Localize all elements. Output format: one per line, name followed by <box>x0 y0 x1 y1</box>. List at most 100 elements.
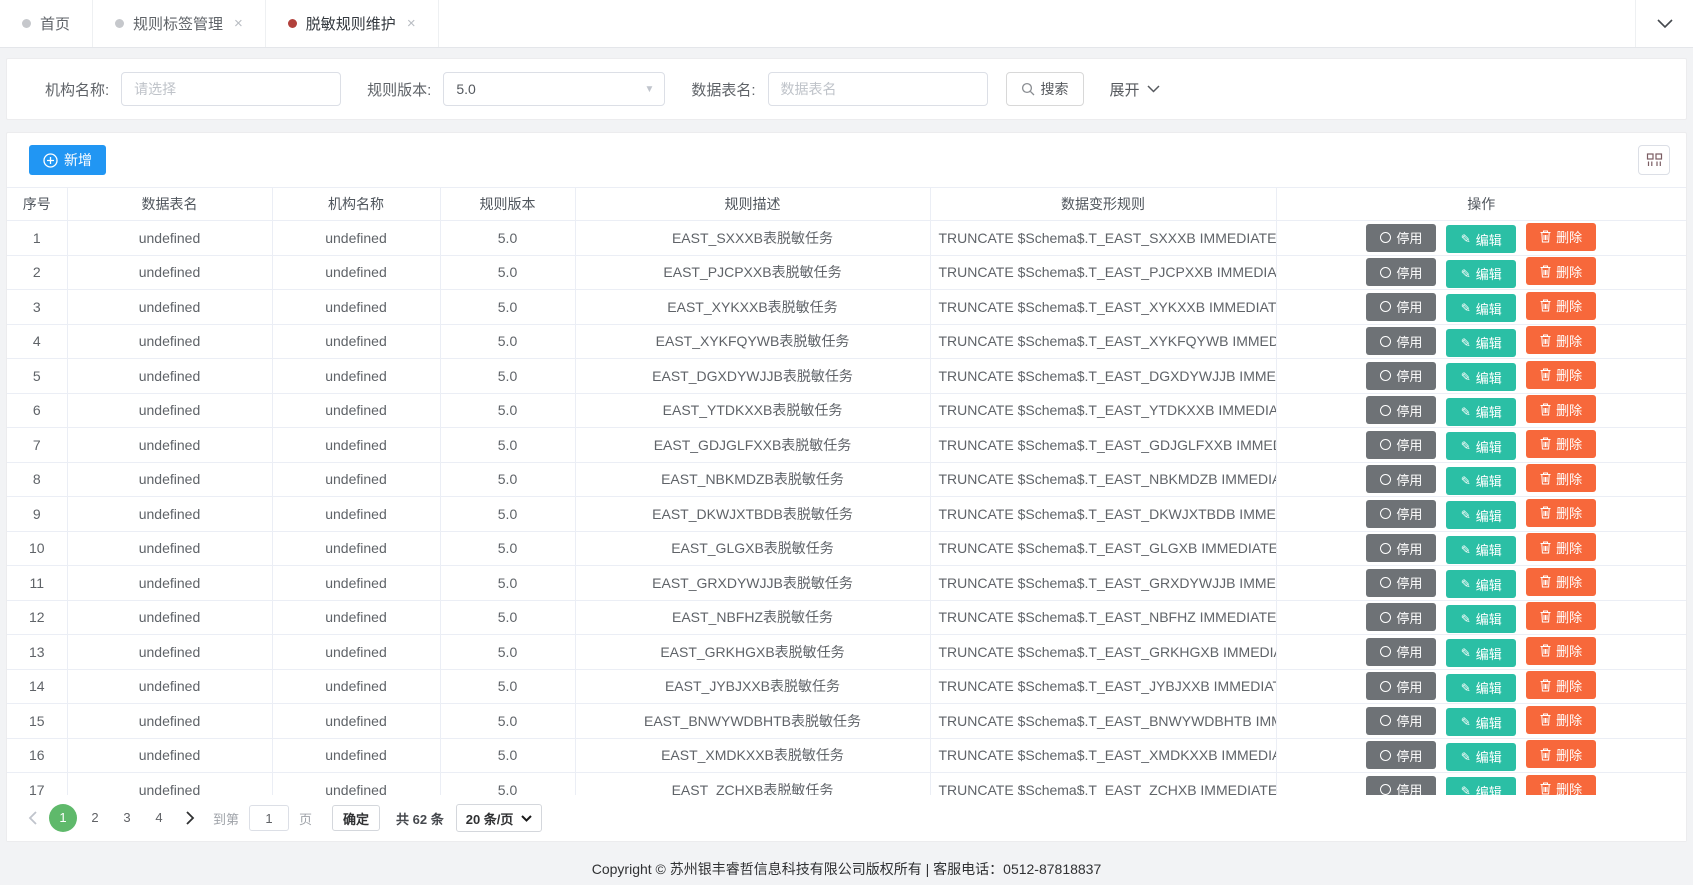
column-settings-button[interactable] <box>1638 145 1670 175</box>
disable-button[interactable]: 停用 <box>1366 499 1437 528</box>
delete-button[interactable]: 删除 <box>1526 602 1597 630</box>
delete-button[interactable]: 删除 <box>1526 533 1597 561</box>
delete-button[interactable]: 删除 <box>1526 705 1597 734</box>
page-button-2[interactable]: 2 <box>81 804 109 832</box>
cell-rule-desc: EAST_SXXXB表脱敏任务 <box>575 220 931 256</box>
edit-button[interactable]: ✎ 编辑 <box>1446 363 1517 391</box>
cell-row-number: 16 <box>7 738 68 773</box>
search-button[interactable]: 搜索 <box>1005 72 1084 106</box>
cell-rule-desc: EAST_GRKHGXB表脱敏任务 <box>575 634 931 670</box>
edit-button[interactable]: ✎ 编辑 <box>1446 742 1517 771</box>
disable-button[interactable]: 停用 <box>1366 706 1437 735</box>
disable-button[interactable]: 停用 <box>1366 430 1437 459</box>
cell-actions: 停用 ✎ 编辑 删除 <box>1276 358 1686 394</box>
disable-button[interactable]: 停用 <box>1366 258 1437 286</box>
delete-button[interactable]: 删除 <box>1526 360 1597 389</box>
tab-home[interactable]: 首页 <box>0 0 94 47</box>
page-button-3[interactable]: 3 <box>113 804 141 832</box>
edit-button[interactable]: ✎ 编辑 <box>1446 225 1517 253</box>
edit-button[interactable]: ✎ 编辑 <box>1446 777 1517 795</box>
edit-button[interactable]: ✎ 编辑 <box>1446 432 1517 460</box>
delete-button[interactable]: 删除 <box>1526 774 1597 795</box>
page-button-1[interactable]: 1 <box>49 804 77 832</box>
edit-button[interactable]: ✎ 编辑 <box>1446 466 1517 495</box>
edit-button[interactable]: ✎ 编辑 <box>1446 570 1517 598</box>
cell-row-number: 13 <box>7 634 68 670</box>
page-size-select[interactable]: 20 条/页 <box>455 804 543 832</box>
disable-button[interactable]: 停用 <box>1366 327 1437 355</box>
cell-transform-rule: TRUNCATE $Schema$.T_EAST_DGXDYWJJB IMMED… <box>930 358 1277 394</box>
tab-rule-label-management[interactable]: 规则标签管理 × <box>93 0 266 47</box>
edit-button[interactable]: ✎ 编辑 <box>1446 397 1517 426</box>
goto-page-input[interactable] <box>249 805 290 831</box>
delete-button[interactable]: 删除 <box>1526 326 1597 354</box>
disable-button[interactable]: 停用 <box>1366 741 1437 769</box>
disable-button[interactable]: 停用 <box>1366 603 1437 631</box>
delete-button[interactable]: 删除 <box>1526 429 1597 458</box>
next-page-button[interactable] <box>177 804 203 832</box>
cell-actions: 停用 ✎ 编辑 删除 <box>1276 600 1686 635</box>
cell-row-number: 9 <box>7 496 68 532</box>
table-row: 17 undefined undefined 5.0 EAST_ZCHXB表脱敏… <box>7 772 1686 795</box>
delete-button[interactable]: 删除 <box>1526 740 1597 768</box>
disable-button[interactable]: 停用 <box>1366 534 1437 562</box>
tab-desensitization-rule-maintenance[interactable]: 脱敏规则维护 × <box>265 0 439 47</box>
disable-button[interactable]: 停用 <box>1366 637 1437 666</box>
cell-actions: 停用 ✎ 编辑 删除 <box>1276 220 1686 256</box>
edit-button[interactable]: ✎ 编辑 <box>1446 673 1517 702</box>
edit-button[interactable]: ✎ 编辑 <box>1446 708 1517 736</box>
circle-icon <box>1380 473 1392 485</box>
cell-rule-version: 5.0 <box>440 600 576 635</box>
tabs-dropdown-button[interactable] <box>1635 0 1693 47</box>
cell-table-name: undefined <box>67 462 273 497</box>
edit-button[interactable]: ✎ 编辑 <box>1446 259 1517 288</box>
prev-page-button[interactable] <box>19 804 45 832</box>
cell-rule-version: 5.0 <box>440 255 576 290</box>
disable-button[interactable]: 停用 <box>1366 465 1437 493</box>
delete-button[interactable]: 删除 <box>1526 498 1597 527</box>
header-table-name: 数据表名 <box>67 187 273 221</box>
disable-button[interactable]: 停用 <box>1366 223 1437 252</box>
filter-bar: 机构名称: 规则版本: 5.0 ▼ 数据表名: 搜索 展开 <box>6 58 1687 120</box>
confirm-page-button[interactable]: 确定 <box>332 805 381 831</box>
page-button-4[interactable]: 4 <box>145 804 173 832</box>
delete-button[interactable]: 删除 <box>1526 257 1597 285</box>
delete-button[interactable]: 删除 <box>1526 222 1597 251</box>
table-row: 9 undefined undefined 5.0 EAST_DKWJXTBDB… <box>7 496 1686 532</box>
pencil-icon: ✎ <box>1460 508 1471 522</box>
add-button[interactable]: 新增 <box>29 145 106 175</box>
cell-actions: 停用 ✎ 编辑 删除 <box>1276 496 1686 532</box>
cell-transform-rule: TRUNCATE $Schema$.T_EAST_BNWYWDBHTB IMM… <box>930 703 1277 739</box>
edit-button[interactable]: ✎ 编辑 <box>1446 604 1517 633</box>
disable-button[interactable]: 停用 <box>1366 672 1437 700</box>
close-icon[interactable]: × <box>234 16 243 31</box>
cell-table-name: undefined <box>67 393 273 428</box>
cell-table-name: undefined <box>67 427 273 463</box>
edit-button[interactable]: ✎ 编辑 <box>1446 535 1517 564</box>
copyright-text: Copyright © 苏州银丰睿哲信息科技有限公司版权所有 | 客服电话：05… <box>591 861 1102 877</box>
disable-button[interactable]: 停用 <box>1366 361 1437 390</box>
table-row: 13 undefined undefined 5.0 EAST_GRKHGXB表… <box>7 634 1686 670</box>
main-panel: 新增 序号 数据表名 机构名称 规则版本 规则描述 数据变形规则 操作 1 un… <box>6 132 1687 842</box>
table-name-input[interactable] <box>767 72 988 106</box>
disable-button[interactable]: 停用 <box>1366 396 1437 424</box>
edit-button[interactable]: ✎ 编辑 <box>1446 294 1517 322</box>
trash-icon <box>1540 610 1551 622</box>
disable-button[interactable]: 停用 <box>1366 568 1437 597</box>
close-icon[interactable]: × <box>407 16 416 31</box>
delete-button[interactable]: 删除 <box>1526 636 1597 665</box>
disable-button[interactable]: 停用 <box>1366 292 1437 321</box>
edit-button[interactable]: ✎ 编辑 <box>1446 639 1517 667</box>
expand-toggle[interactable]: 展开 <box>1110 79 1160 100</box>
delete-button[interactable]: 删除 <box>1526 395 1597 423</box>
delete-button[interactable]: 删除 <box>1526 464 1597 492</box>
cell-actions: 停用 ✎ 编辑 删除 <box>1276 289 1686 325</box>
delete-button[interactable]: 删除 <box>1526 671 1597 699</box>
org-name-input[interactable] <box>121 72 342 106</box>
edit-button[interactable]: ✎ 编辑 <box>1446 501 1517 529</box>
rule-version-select[interactable]: 5.0 ▼ <box>443 72 666 106</box>
delete-button[interactable]: 删除 <box>1526 291 1597 320</box>
delete-button[interactable]: 删除 <box>1526 567 1597 596</box>
edit-button[interactable]: ✎ 编辑 <box>1446 328 1517 357</box>
disable-button[interactable]: 停用 <box>1366 775 1437 795</box>
